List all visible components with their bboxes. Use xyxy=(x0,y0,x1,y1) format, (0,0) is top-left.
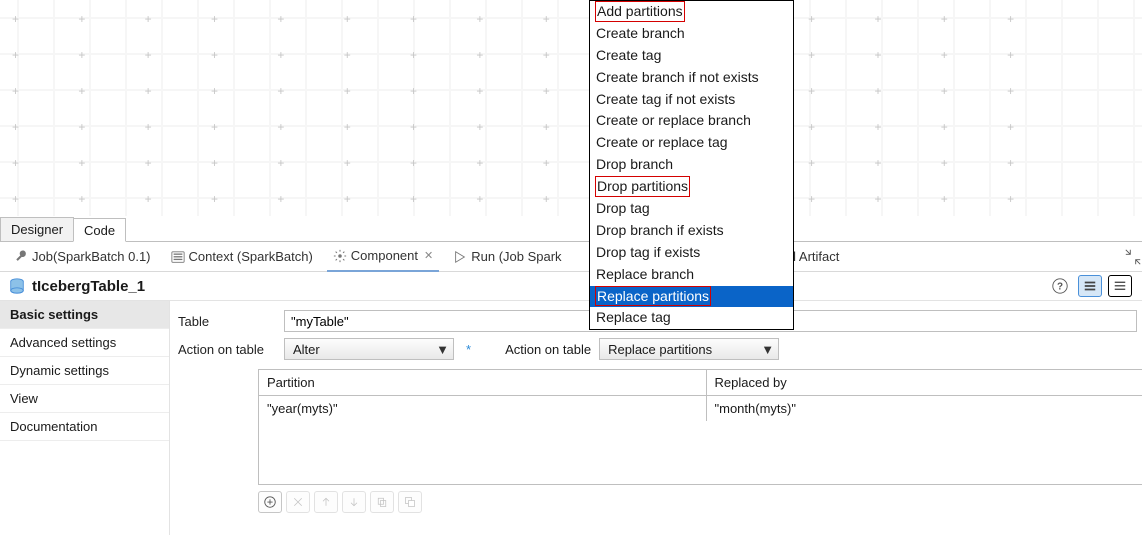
play-icon xyxy=(453,250,467,264)
database-icon xyxy=(8,277,26,295)
canvas-grid-row: + + + + + + + + + + + + + + + + xyxy=(0,12,1142,26)
dropdown-option[interactable]: Drop tag xyxy=(590,198,793,220)
design-canvas[interactable]: + + + + + + + + + + + + + + + + + + + + … xyxy=(0,0,1142,216)
editor-tab-strip: Designer Code xyxy=(0,216,1142,242)
select-value: Alter xyxy=(293,342,320,357)
nav-documentation[interactable]: Documentation xyxy=(0,413,169,441)
view-label: Component xyxy=(351,248,418,263)
tab-designer[interactable]: Designer xyxy=(0,217,74,241)
col-header-replaced-by: Replaced by xyxy=(707,370,1142,395)
list-icon xyxy=(171,250,185,264)
nav-basic-settings[interactable]: Basic settings xyxy=(0,301,169,329)
dropdown-option[interactable]: Create tag xyxy=(590,45,793,67)
view-context[interactable]: Context (SparkBatch) xyxy=(165,242,319,272)
cell-partition[interactable]: "year(myts)" xyxy=(259,396,707,421)
canvas-grid-row: + + + + + + + + + + + + + + + + xyxy=(0,48,1142,62)
tab-code[interactable]: Code xyxy=(73,218,126,242)
action-on-table-select-1[interactable]: Alter ▼ xyxy=(284,338,454,360)
dropdown-option[interactable]: Create branch if not exists xyxy=(590,67,793,89)
action-on-table-label-2: Action on table xyxy=(505,342,591,357)
canvas-grid-row: + + + + + + + + + + + + + + + + xyxy=(0,120,1142,134)
required-icon: * xyxy=(466,342,471,357)
table-row[interactable]: "year(myts)" "month(myts)" xyxy=(259,396,1142,421)
action-on-table-select-2[interactable]: Replace partitions ▼ xyxy=(599,338,779,360)
view-label: Job(SparkBatch 0.1) xyxy=(32,249,151,264)
help-icon[interactable]: ? xyxy=(1048,275,1072,297)
nav-advanced-settings[interactable]: Advanced settings xyxy=(0,329,169,357)
move-down-button[interactable] xyxy=(342,491,366,513)
select-value: Replace partitions xyxy=(608,342,712,357)
paste-button[interactable] xyxy=(398,491,422,513)
dropdown-option[interactable]: Create or replace tag xyxy=(590,132,793,154)
dropdown-option[interactable]: Drop branch if exists xyxy=(590,220,793,242)
view-run[interactable]: Run (Job Spark xyxy=(447,242,567,272)
settings-nav: Basic settings Advanced settings Dynamic… xyxy=(0,301,170,535)
wrench-icon xyxy=(14,250,28,264)
dropdown-option[interactable]: Drop branch xyxy=(590,154,793,176)
list-view-icon[interactable] xyxy=(1108,275,1132,297)
component-title: tIcebergTable_1 xyxy=(32,278,145,295)
dropdown-option[interactable]: Add partitions xyxy=(590,1,793,23)
dropdown-option[interactable]: Create or replace branch xyxy=(590,110,793,132)
gear-icon xyxy=(333,249,347,263)
dropdown-option[interactable]: Replace tag xyxy=(590,307,793,329)
collapse-icon[interactable] xyxy=(1124,248,1142,266)
view-component[interactable]: Component ✕ xyxy=(327,242,439,272)
canvas-grid-row: + + + + + + + + + + + + + + + + xyxy=(0,192,1142,206)
action-on-table-dropdown[interactable]: Add partitions Create branch Create tag … xyxy=(589,0,794,330)
add-row-button[interactable] xyxy=(258,491,282,513)
view-job[interactable]: Job(SparkBatch 0.1) xyxy=(8,242,157,272)
chevron-down-icon: ▼ xyxy=(761,342,774,357)
view-label: Context (SparkBatch) xyxy=(189,249,313,264)
table-toolbar xyxy=(258,491,1142,513)
col-header-partition: Partition xyxy=(259,370,707,395)
nav-dynamic-settings[interactable]: Dynamic settings xyxy=(0,357,169,385)
move-up-button[interactable] xyxy=(314,491,338,513)
canvas-grid-row: + + + + + + + + + + + + + + + + xyxy=(0,156,1142,170)
nav-view[interactable]: View xyxy=(0,385,169,413)
cell-replaced-by[interactable]: "month(myts)" xyxy=(707,396,1142,421)
views-tab-strip: Job(SparkBatch 0.1) Context (SparkBatch)… xyxy=(0,242,1142,272)
compact-view-icon[interactable] xyxy=(1078,275,1102,297)
action-on-table-label: Action on table xyxy=(178,342,276,357)
canvas-grid-row: + + + + + + + + + + + + + + + + xyxy=(0,84,1142,98)
dropdown-option[interactable]: Drop partitions xyxy=(590,176,793,198)
dropdown-option[interactable]: Create tag if not exists xyxy=(590,89,793,111)
view-label: Run (Job Spark xyxy=(471,249,561,264)
component-header: tIcebergTable_1 ? xyxy=(0,272,1142,300)
partitions-table: Partition Replaced by "year(myts)" "mont… xyxy=(258,369,1142,485)
svg-text:?: ? xyxy=(1057,282,1063,293)
dropdown-option[interactable]: Replace branch xyxy=(590,264,793,286)
dropdown-option[interactable]: Replace partitions xyxy=(590,286,793,308)
chevron-down-icon: ▼ xyxy=(436,342,449,357)
table-label: Table xyxy=(178,314,276,329)
remove-row-button[interactable] xyxy=(286,491,310,513)
copy-button[interactable] xyxy=(370,491,394,513)
dropdown-option[interactable]: Create branch xyxy=(590,23,793,45)
close-icon[interactable]: ✕ xyxy=(424,249,433,262)
basic-settings-form: Table * Action on table Alter ▼ * Action… xyxy=(170,301,1142,535)
dropdown-option[interactable]: Drop tag if exists xyxy=(590,242,793,264)
